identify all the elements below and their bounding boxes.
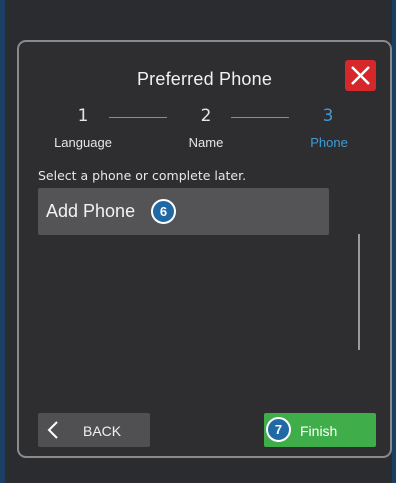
callout-badge-6: 6	[151, 199, 176, 224]
right-edge	[392, 0, 396, 483]
step-3-label: Phone	[310, 135, 348, 150]
step-2-number: 2	[200, 106, 212, 126]
close-button[interactable]	[345, 60, 376, 91]
chevron-left-icon	[47, 421, 58, 439]
step-2-label: Name	[188, 135, 224, 150]
dialog-title: Preferred Phone	[136, 69, 273, 89]
callout-badge-7: 7	[266, 417, 291, 442]
step-1-label: Language	[54, 135, 112, 150]
add-phone-button[interactable]: Add Phone 6	[38, 188, 329, 235]
step-3-number: 3	[322, 106, 334, 126]
step-connector-2	[231, 117, 289, 118]
screen: Preferred Phone 1 2 3 Language Name Phon…	[0, 0, 396, 483]
preferred-phone-dialog: Preferred Phone 1 2 3 Language Name Phon…	[17, 40, 392, 458]
instruction-text: Select a phone or complete later.	[38, 168, 247, 183]
close-x-icon	[351, 66, 370, 85]
finish-button[interactable]: 7 Finish	[264, 413, 376, 447]
back-label: BACK	[83, 423, 122, 439]
finish-label: Finish	[300, 423, 338, 439]
list-scrollbar[interactable]	[358, 234, 360, 350]
add-phone-label: Add Phone	[46, 201, 136, 221]
left-edge	[0, 0, 5, 483]
step-1-number: 1	[77, 106, 89, 126]
back-button[interactable]: BACK	[38, 413, 150, 447]
step-connector-1	[109, 117, 167, 118]
